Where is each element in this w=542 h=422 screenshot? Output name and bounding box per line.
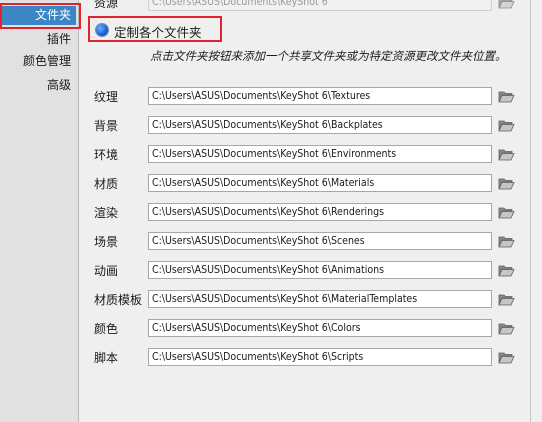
folder-row-textures: 纹理 C:\Users\ASUS\Documents\KeyShot 6\Text… xyxy=(80,87,542,107)
folder-label: 背景 xyxy=(94,119,119,133)
folder-open-icon xyxy=(497,178,515,189)
sidebar-item-advanced[interactable]: 高级 xyxy=(47,76,71,95)
folder-label: 纹理 xyxy=(94,90,119,104)
browse-folder-button[interactable] xyxy=(496,174,516,192)
folder-path-field[interactable]: C:\Users\ASUS\Documents\KeyShot 6\Animat… xyxy=(148,261,492,279)
folder-label: 脚本 xyxy=(94,351,119,365)
folder-open-icon xyxy=(497,294,515,305)
folder-path-field[interactable]: C:\Users\ASUS\Documents\KeyShot 6\Script… xyxy=(148,348,492,366)
folder-path-field[interactable]: C:\Users\ASUS\Documents\KeyShot 6\Colors xyxy=(148,319,492,337)
folder-row-materials: 材质 C:\Users\ASUS\Documents\KeyShot 6\Mate… xyxy=(80,174,542,194)
folder-row-colors: 颜色 C:\Users\ASUS\Documents\KeyShot 6\Colo… xyxy=(80,319,542,339)
folder-open-icon xyxy=(497,236,515,247)
resource-path-field: C:\Users\ASUS\Documents\KeyShot 6 xyxy=(148,0,492,11)
folder-row-renderings: 渲染 C:\Users\ASUS\Documents\KeyShot 6\Rend… xyxy=(80,203,542,223)
resource-row: 资源 C:\Users\ASUS\Documents\KeyShot 6 xyxy=(80,0,542,13)
browse-folder-button[interactable] xyxy=(496,116,516,134)
folder-row-backplates: 背景 C:\Users\ASUS\Documents\KeyShot 6\Back… xyxy=(80,116,542,136)
browse-folder-button[interactable] xyxy=(496,232,516,250)
folder-row-scripts: 脚本 C:\Users\ASUS\Documents\KeyShot 6\Scri… xyxy=(80,348,542,368)
folders-panel: 资源 C:\Users\ASUS\Documents\KeyShot 6 定制各… xyxy=(80,0,542,422)
browse-folder-button[interactable] xyxy=(496,290,516,308)
sidebar-item-color-management[interactable]: 颜色管理 xyxy=(23,52,71,71)
folder-open-icon xyxy=(497,120,515,131)
folder-path-field[interactable]: C:\Users\ASUS\Documents\KeyShot 6\Materi… xyxy=(148,290,492,308)
browse-folder-button[interactable] xyxy=(496,87,516,105)
sidebar-item-plugins[interactable]: 插件 xyxy=(47,30,71,49)
preferences-sidebar: 文件夹 插件 颜色管理 高级 xyxy=(0,0,79,422)
folder-path-field[interactable]: C:\Users\ASUS\Documents\KeyShot 6\Enviro… xyxy=(148,145,492,163)
folder-path-field[interactable]: C:\Users\ASUS\Documents\KeyShot 6\Materi… xyxy=(148,174,492,192)
folder-row-environments: 环境 C:\Users\ASUS\Documents\KeyShot 6\Envi… xyxy=(80,145,542,165)
scrollbar-edge xyxy=(530,0,542,422)
folder-path-field[interactable]: C:\Users\ASUS\Documents\KeyShot 6\Backpl… xyxy=(148,116,492,134)
folder-row-material-templates: 材质模板 C:\Users\ASUS\Documents\KeyShot 6\Ma… xyxy=(80,290,542,310)
folder-label: 材质模板 xyxy=(94,293,143,307)
browse-folder-button[interactable] xyxy=(496,261,516,279)
folder-help-text: 点击文件夹按钮来添加一个共享文件夹或为特定资源更改文件夹位置。 xyxy=(150,49,507,63)
resource-folder-button xyxy=(496,0,516,11)
resource-label: 资源 xyxy=(94,0,119,10)
folder-path-field[interactable]: C:\Users\ASUS\Documents\KeyShot 6\Textur… xyxy=(148,87,492,105)
folder-open-icon xyxy=(497,149,515,160)
folder-label: 颜色 xyxy=(94,322,119,336)
folder-path-field[interactable]: C:\Users\ASUS\Documents\KeyShot 6\Render… xyxy=(148,203,492,221)
browse-folder-button[interactable] xyxy=(496,319,516,337)
browse-folder-button[interactable] xyxy=(496,348,516,366)
folder-label: 动画 xyxy=(94,264,119,278)
folder-path-field[interactable]: C:\Users\ASUS\Documents\KeyShot 6\Scenes xyxy=(148,232,492,250)
folder-row-animations: 动画 C:\Users\ASUS\Documents\KeyShot 6\Anim… xyxy=(80,261,542,281)
custom-folders-highlight-box xyxy=(88,16,222,42)
folder-label: 场景 xyxy=(94,235,119,249)
folder-label: 渲染 xyxy=(94,206,119,220)
folder-label: 材质 xyxy=(94,177,119,191)
folder-open-icon xyxy=(497,207,515,218)
folder-open-icon xyxy=(497,265,515,276)
folder-row-scenes: 场景 C:\Users\ASUS\Documents\KeyShot 6\Scen… xyxy=(80,232,542,252)
browse-folder-button[interactable] xyxy=(496,203,516,221)
folder-open-icon xyxy=(497,352,515,363)
browse-folder-button[interactable] xyxy=(496,145,516,163)
folders-highlight-box xyxy=(0,3,81,29)
folder-label: 环境 xyxy=(94,148,119,162)
folder-open-icon xyxy=(497,323,515,334)
folder-open-icon xyxy=(497,91,515,102)
folder-open-icon xyxy=(497,0,515,8)
